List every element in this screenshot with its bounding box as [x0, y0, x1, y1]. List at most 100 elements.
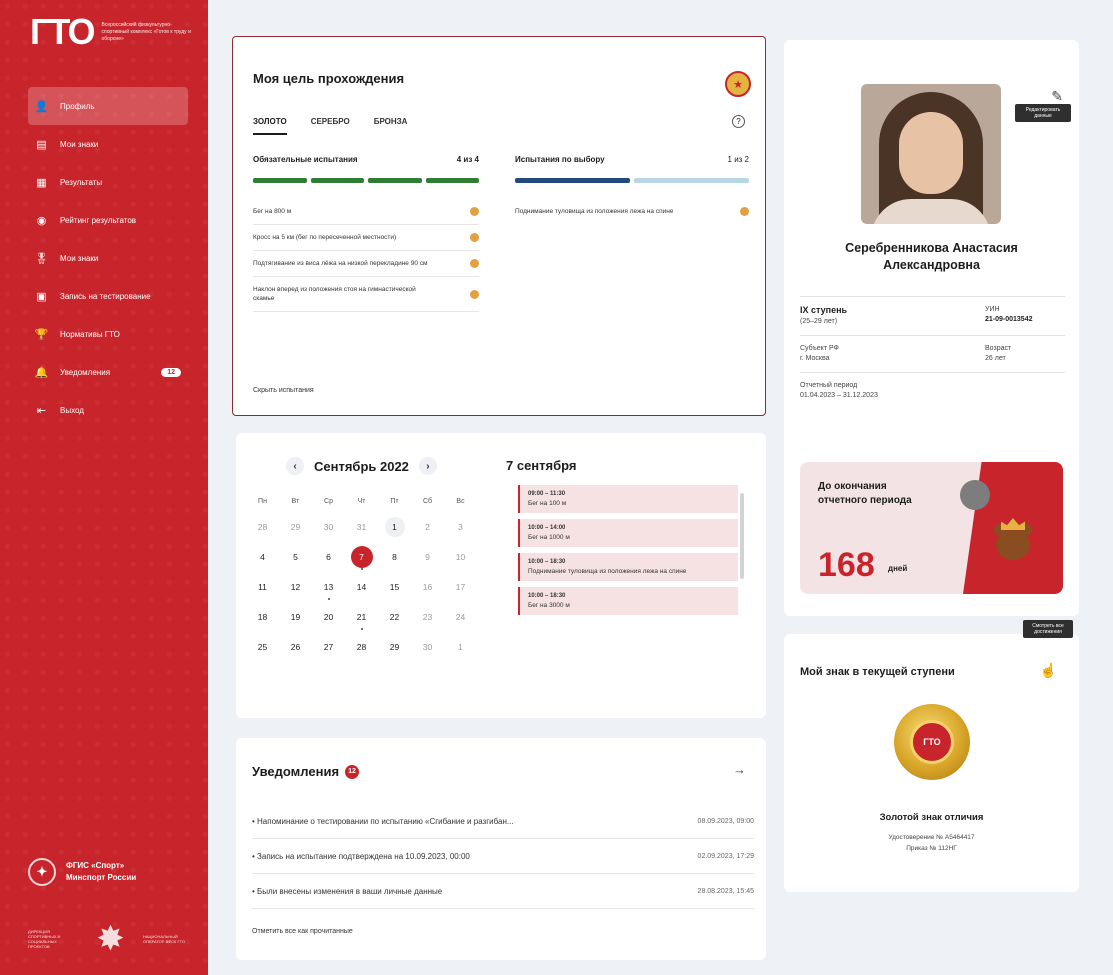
calendar-day[interactable]: 27 [312, 632, 345, 662]
calendar-day[interactable]: 4 [246, 542, 279, 572]
progress-segment [425, 178, 479, 183]
calendar-day[interactable]: 29 [279, 512, 312, 542]
calendar-day[interactable]: 23 [411, 602, 444, 632]
calendar-day[interactable]: 12 [279, 572, 312, 602]
calendar-day[interactable]: 1 [444, 632, 477, 662]
logo[interactable]: ГТО Всероссийский физкультурно-спортивны… [30, 14, 194, 50]
calendar-month: Сентябрь 2022 [314, 458, 409, 474]
calendar-day[interactable]: 6 [312, 542, 345, 572]
calendar-day[interactable]: 13 [312, 572, 345, 602]
list-item[interactable]: Подтягивание из виса лёжа на низкой пере… [253, 251, 479, 277]
event-item[interactable]: 10:00 – 18:30 Бег на 3000 м [518, 587, 738, 615]
calendar-day-number: 13 [323, 582, 334, 592]
sidebar-item-logout[interactable]: ⇤ Выход [28, 391, 188, 429]
logout-icon: ⇤ [36, 404, 47, 417]
sidebar-item-norms[interactable]: 🏆 Нормативы ГТО [28, 315, 188, 353]
logo-caption: Всероссийский физкультурно-спортивный ко… [101, 21, 191, 42]
calendar-day[interactable]: 1 [378, 512, 411, 542]
bear-head [996, 530, 1030, 560]
tab-silver[interactable]: СЕРЕБРО [311, 117, 350, 135]
mark-all-read-link[interactable]: Отметить все как прочитанные [252, 928, 353, 935]
calendar-day-number: 24 [455, 612, 466, 622]
calendar-day[interactable]: 5 [279, 542, 312, 572]
calendar-day-number: 17 [455, 582, 466, 592]
calendar-day-number: 5 [293, 552, 298, 562]
notifications-badge: 12 [345, 764, 360, 779]
event-item[interactable]: 10:00 – 14:00 Бег на 1000 м [518, 519, 738, 547]
calendar-day[interactable]: 24 [444, 602, 477, 632]
calendar-day[interactable]: 21 [345, 602, 378, 632]
arrow-right-icon[interactable]: → [733, 762, 746, 777]
document-icon: ▤ [36, 138, 47, 151]
calendar-day[interactable]: 31 [345, 512, 378, 542]
calendar-day-number: 29 [389, 642, 400, 652]
list-item[interactable]: Наклон вперед из положения стоя на гимна… [253, 277, 479, 312]
edit-icon[interactable]: ✎ [1051, 88, 1063, 105]
next-month-button[interactable]: › [418, 457, 437, 475]
calendar-day[interactable]: 9 [411, 542, 444, 572]
calendar-day[interactable]: 7 [345, 542, 378, 572]
badge-certificate: Удостоверение № А5464417 [888, 834, 975, 841]
event-item[interactable]: 10:00 – 18:30 Поднимание туловища из поло… [518, 553, 738, 581]
event-item[interactable]: 09:00 – 11:30 Бег на 100 м [518, 485, 738, 513]
edit-tooltip: Редактировать данные [1015, 104, 1071, 122]
calendar-day[interactable]: 22 [378, 602, 411, 632]
notification-row[interactable]: • Напоминание о тестировании по испытани… [252, 804, 754, 839]
tab-bronze[interactable]: БРОНЗА [374, 117, 408, 135]
calendar-day[interactable]: 11 [246, 572, 279, 602]
progress-segment [634, 178, 749, 183]
calendar-day-number: 28 [356, 642, 367, 652]
weekday-label: Вс [456, 497, 465, 505]
calendar-day-number: 14 [356, 582, 367, 592]
list-item[interactable]: Кросс на 5 км (бег по пересеченной местн… [253, 225, 479, 251]
notification-message: Напоминание о тестировании по испытанию … [257, 816, 514, 826]
sidebar-item-my-badges[interactable]: ▤ Мои знаки [28, 125, 188, 163]
event-scrollbar[interactable] [740, 493, 744, 579]
region-value: г. Москва [800, 355, 830, 362]
tab-gold[interactable]: ЗОЛОТО [253, 117, 287, 135]
calendar-day-number: 27 [323, 642, 334, 652]
calendar-day-number: 22 [389, 612, 400, 622]
calendar-day[interactable]: 30 [411, 632, 444, 662]
help-icon[interactable]: ? [732, 115, 745, 128]
event-time: 09:00 – 11:30 [528, 491, 566, 497]
calendar-day[interactable]: 29 [378, 632, 411, 662]
notification-row[interactable]: • Были внесены изменения в ваши личные д… [252, 874, 754, 909]
status-dot [470, 233, 479, 242]
notification-row[interactable]: • Запись на испытание подтверждена на 10… [252, 839, 754, 874]
sidebar-item-testing-signup[interactable]: ▣ Запись на тестирование [28, 277, 188, 315]
calendar-day[interactable]: 14 [345, 572, 378, 602]
sidebar-item-medals[interactable]: 🎖 Мои знаки [28, 239, 188, 277]
sidebar-item-profile[interactable]: 👤 Профиль [28, 87, 188, 125]
calendar-day[interactable]: 25 [246, 632, 279, 662]
calendar-day-number: 3 [458, 522, 463, 532]
calendar-day[interactable]: 20 [312, 602, 345, 632]
hide-tests-link[interactable]: Скрыть испытания [253, 387, 314, 394]
age-value: 26 лет [985, 355, 1006, 362]
calendar-day[interactable]: 28 [345, 632, 378, 662]
calendar-day[interactable]: 17 [444, 572, 477, 602]
calendar-day[interactable]: 3 [444, 512, 477, 542]
calendar-day[interactable]: 15 [378, 572, 411, 602]
calendar-day[interactable]: 2 [411, 512, 444, 542]
mandatory-progress [253, 178, 479, 183]
sidebar-item-results[interactable]: ▦ Результаты [28, 163, 188, 201]
trophy-icon: 🏆 [34, 328, 49, 341]
calendar-day-number: 28 [257, 522, 268, 532]
footer-org: ФГИС «Спорт» [66, 861, 125, 870]
list-item[interactable]: Бег на 800 м [253, 199, 479, 225]
calendar-day[interactable]: 19 [279, 602, 312, 632]
sidebar-item-rating[interactable]: ◉ Рейтинг результатов [28, 201, 188, 239]
calendar-day[interactable]: 8 [378, 542, 411, 572]
calendar-day[interactable]: 28 [246, 512, 279, 542]
bear-mascot-icon [988, 510, 1038, 580]
prev-month-button[interactable]: ‹ [286, 457, 304, 475]
calendar-day[interactable]: 16 [411, 572, 444, 602]
sidebar-item-notifications[interactable]: 🔔 Уведомления 12 [28, 353, 188, 391]
calendar-day[interactable]: 30 [312, 512, 345, 542]
calendar-day[interactable]: 10 [444, 542, 477, 572]
calendar-day[interactable]: 18 [246, 602, 279, 632]
list-item[interactable]: Поднимание туловища из положения лежа на… [515, 199, 749, 224]
pointer-hand-icon[interactable]: ☝ [1040, 662, 1057, 679]
calendar-day[interactable]: 26 [279, 632, 312, 662]
